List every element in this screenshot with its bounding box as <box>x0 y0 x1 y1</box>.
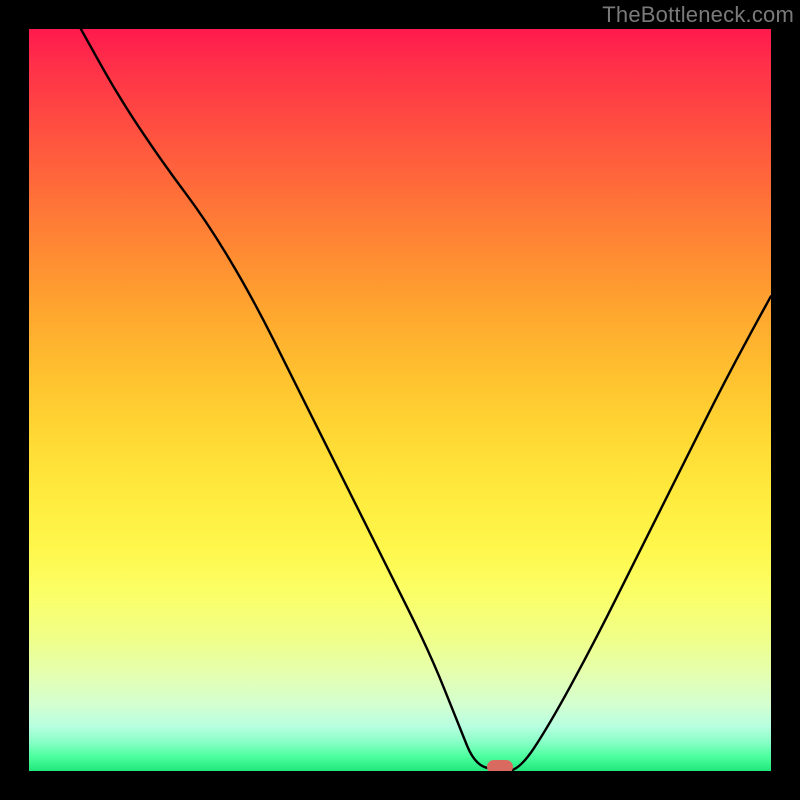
watermark-text: TheBottleneck.com <box>602 2 794 28</box>
bottleneck-curve <box>29 29 771 771</box>
curve-path <box>81 29 771 771</box>
plot-area <box>29 29 771 771</box>
chart-container: TheBottleneck.com <box>0 0 800 800</box>
optimum-marker <box>487 760 513 771</box>
